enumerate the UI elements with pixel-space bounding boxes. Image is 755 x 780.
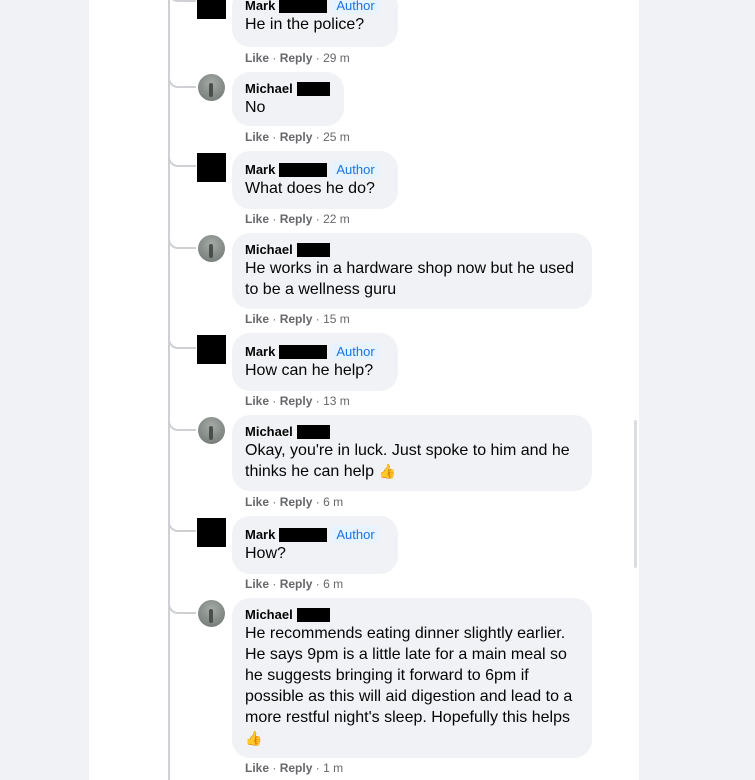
author-badge: Author: [331, 343, 380, 360]
thread-connector: [168, 233, 196, 249]
reply-button[interactable]: Reply: [280, 312, 313, 326]
redacted-surname: [296, 607, 330, 622]
thread-connector: [168, 72, 196, 88]
comment-actions: Like · Reply · 1 m: [245, 761, 344, 775]
like-button[interactable]: Like: [245, 495, 269, 509]
thread-line: [168, 0, 170, 780]
comment-text: How can he help?: [245, 362, 374, 379]
avatar[interactable]: [198, 235, 225, 262]
like-button[interactable]: Like: [245, 130, 269, 144]
thread-connector: [168, 151, 196, 167]
timestamp[interactable]: 15 m: [323, 312, 350, 326]
thread-connector: [168, 415, 196, 431]
scrollbar[interactable]: [634, 420, 637, 568]
comment-bubble: Michael He works in a hardware shop now …: [232, 233, 592, 309]
timestamp[interactable]: 22 m: [323, 212, 350, 226]
comment-bubble: Mark Author He in the police?: [232, 0, 398, 47]
comment-text: What does he do?: [245, 180, 375, 197]
reply-button[interactable]: Reply: [280, 495, 313, 509]
comment-actions: Like · Reply · 6 m: [245, 577, 344, 591]
comment-actions: Like · Reply · 22 m: [245, 212, 350, 226]
commenter-name[interactable]: Mark: [245, 0, 275, 13]
redacted-surname: [279, 162, 328, 177]
comment-bubble: Michael Okay, you're in luck. Just spoke…: [232, 415, 592, 491]
author-badge: Author: [331, 526, 380, 543]
avatar[interactable]: [197, 153, 226, 182]
comment-text: How?: [245, 545, 286, 562]
comment-text: He in the police?: [245, 16, 365, 33]
avatar[interactable]: [197, 335, 226, 364]
like-button[interactable]: Like: [245, 312, 269, 326]
commenter-name[interactable]: Mark: [245, 527, 275, 542]
comment-actions: Like · Reply · 25 m: [245, 130, 350, 144]
comment-actions: Like · Reply · 6 m: [245, 495, 344, 509]
thread-connector: [168, 333, 196, 349]
commenter-name[interactable]: Michael: [245, 81, 293, 96]
redacted-surname: [279, 527, 328, 542]
reply-button[interactable]: Reply: [280, 51, 313, 65]
redacted-surname: [296, 81, 330, 96]
reply-button[interactable]: Reply: [280, 577, 313, 591]
redacted-surname: [279, 0, 328, 13]
timestamp[interactable]: 25 m: [323, 130, 350, 144]
author-badge: Author: [331, 0, 380, 14]
avatar[interactable]: [198, 74, 225, 101]
timestamp[interactable]: 6 m: [323, 495, 343, 509]
comment-actions: Like · Reply · 13 m: [245, 394, 350, 408]
avatar[interactable]: [197, 518, 226, 547]
commenter-name[interactable]: Mark: [245, 344, 275, 359]
like-button[interactable]: Like: [245, 577, 269, 591]
like-button[interactable]: Like: [245, 761, 269, 775]
comment-bubble: Michael He recommends eating dinner slig…: [232, 598, 592, 758]
comment-actions: Like · Reply · 29 m: [245, 51, 350, 65]
comment-text: Okay, you're in luck. Just spoke to him …: [245, 442, 570, 480]
thread-connector: [168, 516, 196, 532]
avatar[interactable]: [198, 417, 225, 444]
comment-bubble: Mark Author How can he help?: [232, 333, 398, 391]
comment-text: He works in a hardware shop now but he u…: [245, 260, 575, 298]
timestamp[interactable]: 1 m: [323, 761, 343, 775]
author-badge: Author: [331, 161, 380, 178]
commenter-name[interactable]: Mark: [245, 162, 275, 177]
comment-bubble: Mark Author What does he do?: [232, 151, 398, 209]
redacted-surname: [296, 242, 330, 257]
comment-text: He recommends eating dinner slightly ear…: [245, 625, 573, 746]
like-button[interactable]: Like: [245, 51, 269, 65]
reply-button[interactable]: Reply: [280, 761, 313, 775]
comment-bubble: Michael No: [232, 72, 344, 126]
thumbs-up-icon: 👍: [245, 730, 263, 746]
comment-text: No: [245, 99, 266, 116]
avatar[interactable]: [197, 0, 226, 19]
timestamp[interactable]: 29 m: [323, 51, 350, 65]
thumbs-up-icon: 👍: [378, 463, 396, 479]
commenter-name[interactable]: Michael: [245, 242, 293, 257]
like-button[interactable]: Like: [245, 212, 269, 226]
commenter-name[interactable]: Michael: [245, 424, 293, 439]
redacted-surname: [296, 424, 330, 439]
timestamp[interactable]: 6 m: [323, 577, 343, 591]
comment-actions: Like · Reply · 15 m: [245, 312, 350, 326]
reply-button[interactable]: Reply: [280, 130, 313, 144]
commenter-name[interactable]: Michael: [245, 607, 293, 622]
avatar[interactable]: [198, 600, 225, 627]
thread-connector: [168, 598, 196, 614]
comment-bubble: Mark Author How?: [232, 516, 398, 574]
like-button[interactable]: Like: [245, 394, 269, 408]
reply-button[interactable]: Reply: [280, 212, 313, 226]
redacted-surname: [279, 344, 328, 359]
reply-button[interactable]: Reply: [280, 394, 313, 408]
timestamp[interactable]: 13 m: [323, 394, 350, 408]
